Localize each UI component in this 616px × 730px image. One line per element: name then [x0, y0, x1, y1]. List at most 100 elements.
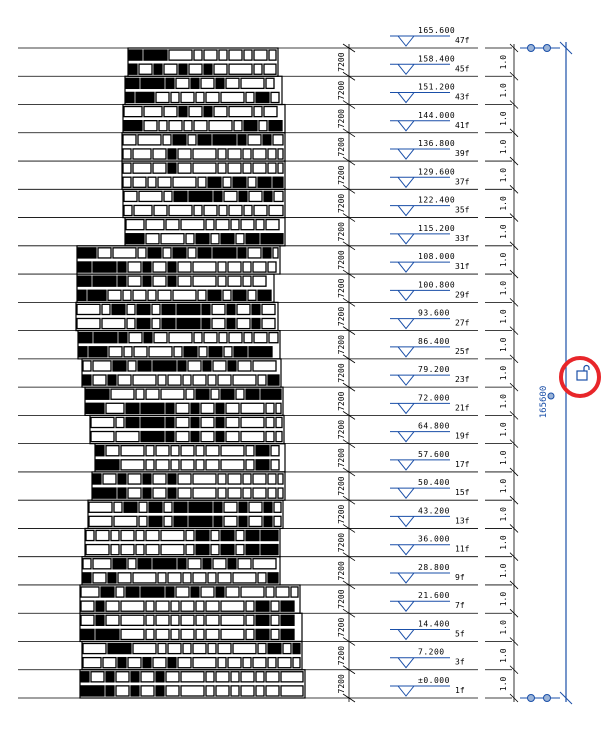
level-elevation[interactable]: 108.000	[418, 252, 455, 261]
level-symbol[interactable]	[390, 205, 450, 217]
level-elevation[interactable]: 57.600	[418, 450, 450, 459]
level-symbol[interactable]	[390, 346, 450, 358]
level-symbol[interactable]	[390, 628, 450, 641]
grip-handle-top-left[interactable]	[527, 44, 535, 52]
facade-window	[195, 388, 210, 400]
level-symbol[interactable]	[390, 148, 450, 160]
level-elevation[interactable]: 21.600	[418, 591, 450, 600]
level-symbol[interactable]	[390, 318, 450, 330]
level-name[interactable]: 21f	[455, 403, 470, 412]
facade-window	[180, 614, 195, 626]
facade-window	[232, 572, 257, 584]
level-symbol[interactable]	[390, 402, 450, 415]
facade-window	[263, 63, 277, 75]
level-elevation[interactable]: 72.000	[418, 393, 450, 402]
level-symbol[interactable]	[390, 487, 450, 499]
facade-window	[193, 120, 208, 132]
small-dimension-value: 1.0	[499, 479, 508, 494]
level-elevation[interactable]: 36.000	[418, 535, 450, 544]
level-elevation[interactable]: 64.800	[418, 422, 450, 431]
level-elevation[interactable]: 28.800	[418, 563, 450, 572]
facade-window	[260, 529, 279, 542]
level-elevation[interactable]: 7.200	[418, 648, 445, 657]
facade-window	[205, 685, 215, 697]
facade-window	[265, 430, 275, 443]
level-name[interactable]: 3f	[455, 658, 465, 667]
level-elevation[interactable]: 165.600	[418, 26, 455, 35]
level-name[interactable]: 41f	[455, 121, 470, 130]
level-symbol[interactable]	[390, 685, 450, 697]
level-symbol[interactable]	[390, 515, 450, 528]
level-symbol[interactable]	[390, 233, 450, 245]
level-name[interactable]: 19f	[455, 432, 470, 441]
facade-window	[163, 63, 178, 75]
grip-handle-bottom-right[interactable]	[543, 694, 551, 702]
overall-dimension[interactable]: 165600	[520, 41, 573, 705]
level-name[interactable]: 35f	[455, 206, 470, 215]
level-elevation[interactable]: ±0.000	[418, 676, 450, 685]
grip-handle-bottom-left[interactable]	[527, 694, 535, 702]
level-symbol[interactable]	[390, 600, 450, 613]
level-name[interactable]: 25f	[455, 347, 470, 356]
level-elevation[interactable]: 158.400	[418, 54, 455, 63]
level-symbol[interactable]	[390, 35, 450, 47]
level-name[interactable]: 9f	[455, 573, 465, 582]
facade-window	[225, 430, 240, 443]
level-name[interactable]: 33f	[455, 234, 470, 243]
level-name[interactable]: 15f	[455, 488, 470, 497]
lock-icon[interactable]	[576, 364, 590, 381]
level-elevation[interactable]: 79.200	[418, 365, 450, 374]
level-name[interactable]: 1f	[455, 686, 465, 695]
level-name[interactable]: 7f	[455, 601, 465, 610]
level-elevation[interactable]: 14.400	[418, 619, 450, 628]
facade-window	[80, 628, 95, 641]
level-symbol[interactable]	[390, 657, 450, 669]
level-elevation[interactable]: 93.600	[418, 309, 450, 318]
level-elevation[interactable]: 50.400	[418, 478, 450, 487]
level-elevation[interactable]: 115.200	[418, 224, 455, 233]
level-elevation[interactable]: 144.000	[418, 111, 455, 120]
level-symbol[interactable]	[390, 120, 450, 132]
level-elevation[interactable]: 136.800	[418, 139, 455, 148]
level-name[interactable]: 29f	[455, 290, 470, 299]
level-name[interactable]: 27f	[455, 319, 470, 328]
level-name[interactable]: 11f	[455, 545, 470, 554]
level-symbol[interactable]	[390, 459, 450, 471]
level-symbol[interactable]	[390, 572, 450, 584]
level-name[interactable]: 23f	[455, 375, 470, 384]
level-symbol[interactable]	[390, 289, 450, 302]
facade-window	[248, 190, 263, 203]
level-symbol[interactable]	[390, 63, 450, 76]
level-symbol[interactable]	[390, 261, 450, 273]
level-name[interactable]: 45f	[455, 64, 470, 73]
level-symbol[interactable]	[390, 92, 450, 104]
facade-window	[265, 685, 280, 697]
facade-window	[85, 402, 105, 415]
level-symbol[interactable]	[390, 544, 450, 556]
overall-dimension-value[interactable]: 165600	[539, 386, 549, 419]
level-name[interactable]: 17f	[455, 460, 470, 469]
level-name[interactable]: 5f	[455, 629, 465, 638]
level-name[interactable]: 37f	[455, 177, 470, 186]
facade-window	[185, 543, 195, 556]
level-elevation[interactable]: 43.200	[418, 506, 450, 515]
level-name[interactable]: 31f	[455, 262, 470, 271]
level-symbol[interactable]	[390, 374, 450, 386]
level-elevation[interactable]: 100.800	[418, 280, 455, 289]
facade-window	[215, 77, 225, 90]
level-name[interactable]: 43f	[455, 93, 470, 102]
level-symbol[interactable]	[390, 431, 450, 443]
level-symbol[interactable]	[390, 176, 450, 189]
level-name[interactable]: 47f	[455, 36, 470, 45]
facade-window	[123, 204, 133, 217]
facade-window	[128, 49, 143, 61]
level-elevation[interactable]: 122.400	[418, 196, 455, 205]
level-elevation[interactable]: 86.400	[418, 337, 450, 346]
level-elevation[interactable]: 151.200	[418, 83, 455, 92]
grip-handle-top-right[interactable]	[543, 44, 551, 52]
level-name[interactable]: 13f	[455, 516, 470, 525]
dimension-lock[interactable]	[559, 356, 601, 398]
level-elevation[interactable]: 129.600	[418, 167, 455, 176]
level-name[interactable]: 39f	[455, 149, 470, 158]
facade-window	[137, 360, 152, 372]
